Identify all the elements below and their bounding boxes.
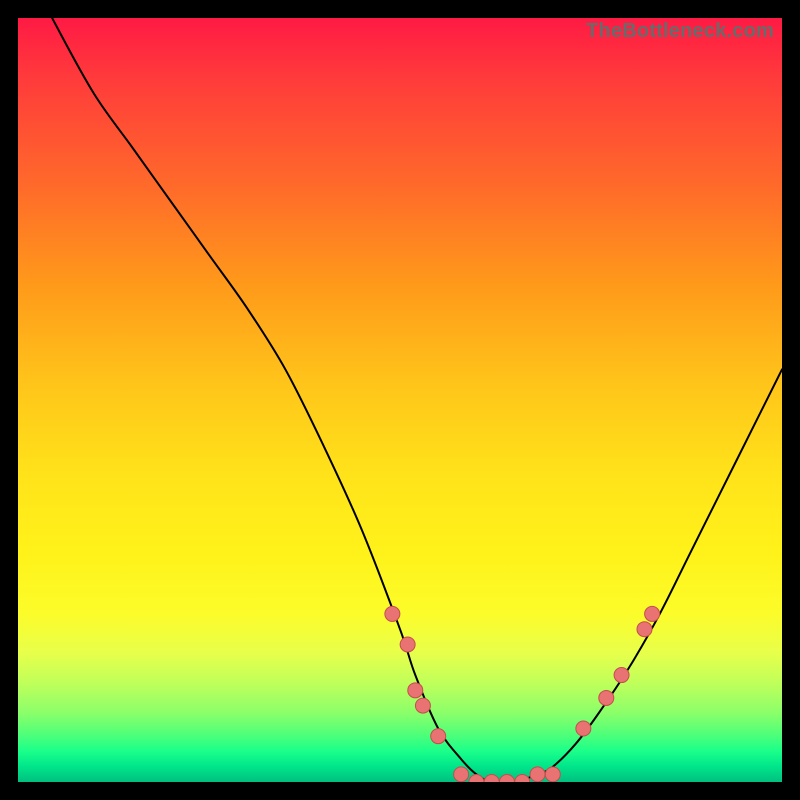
data-point-p16 <box>637 622 652 637</box>
plot-area: TheBottleneck.com <box>18 18 782 782</box>
chart-svg <box>18 18 782 782</box>
data-points <box>385 606 660 782</box>
data-point-p6 <box>454 767 469 782</box>
data-point-p15 <box>614 668 629 683</box>
data-point-p11 <box>530 767 545 782</box>
data-point-p4 <box>415 698 430 713</box>
data-point-p12 <box>545 767 560 782</box>
chart-container: TheBottleneck.com <box>0 0 800 800</box>
watermark-text: TheBottleneck.com <box>586 20 774 43</box>
data-point-p8 <box>484 775 499 783</box>
data-point-p10 <box>515 775 530 783</box>
data-point-p1 <box>385 606 400 621</box>
data-point-p14 <box>599 690 614 705</box>
bottleneck-curve <box>18 18 782 782</box>
data-point-p7 <box>469 775 484 783</box>
data-point-p17 <box>645 606 660 621</box>
data-point-p3 <box>408 683 423 698</box>
data-point-p2 <box>400 637 415 652</box>
data-point-p9 <box>499 775 514 783</box>
data-point-p13 <box>576 721 591 736</box>
data-point-p5 <box>431 729 446 744</box>
